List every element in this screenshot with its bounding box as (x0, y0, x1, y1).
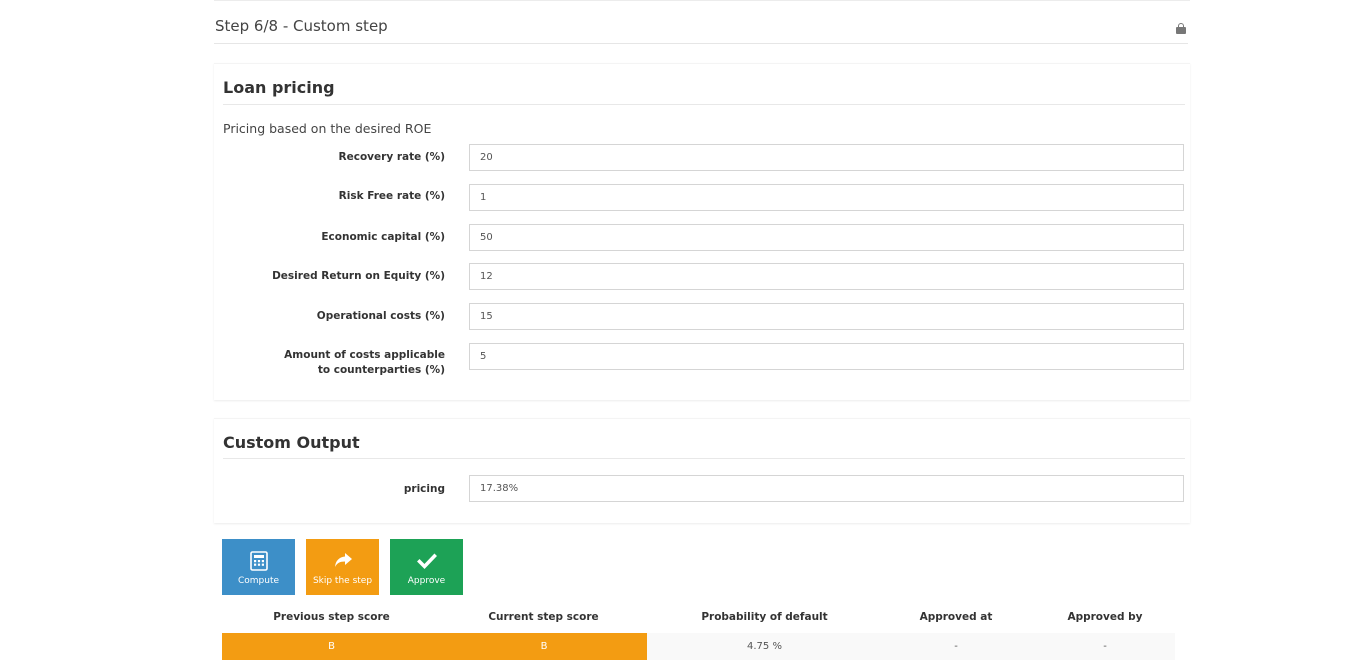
field-label-desired-roe: Desired Return on Equity (%) (272, 270, 445, 282)
field-label-economic-capital: Economic capital (%) (321, 231, 445, 243)
field-label-pricing: pricing (403, 483, 445, 495)
compute-button[interactable]: Compute (222, 539, 295, 595)
probability-of-default: 4.75 % (747, 641, 782, 652)
economic-capital-input[interactable] (469, 224, 1184, 251)
divider (223, 458, 1185, 459)
panel-subtitle: Pricing based on the desired ROE (223, 121, 432, 136)
previous-step-score: B (222, 633, 441, 660)
lock-icon (1176, 23, 1186, 34)
column-header: Previous step score (273, 611, 390, 623)
custom-output-panel: Custom Output pricing (214, 418, 1190, 523)
step-title: Step 6/8 - Custom step (215, 17, 388, 35)
approved-at: - (954, 641, 958, 652)
column-header: Probability of default (701, 611, 828, 623)
loan-pricing-panel: Loan pricing Pricing based on the desire… (214, 63, 1190, 400)
check-icon (390, 551, 463, 571)
recovery-rate-input[interactable] (469, 144, 1184, 171)
field-label-risk-free-rate: Risk Free rate (%) (338, 190, 445, 202)
risk-free-rate-input[interactable] (469, 184, 1184, 211)
desired-roe-input[interactable] (469, 263, 1184, 290)
calculator-icon (222, 551, 295, 571)
panel-title: Custom Output (223, 433, 360, 452)
column-header: Approved by (1067, 611, 1143, 623)
pricing-output[interactable] (469, 475, 1184, 502)
skip-step-label: Skip the step (312, 576, 373, 586)
compute-label: Compute (237, 576, 280, 586)
share-arrow-icon (306, 551, 379, 571)
field-label-operational-costs: Operational costs (%) (316, 310, 445, 322)
skip-step-button[interactable]: Skip the step (306, 539, 379, 595)
approved-by: - (1103, 641, 1107, 652)
field-label-costs-counterparties: Amount of costs applicable to counterpar… (284, 349, 445, 376)
step-header: Step 6/8 - Custom step (214, 14, 1188, 44)
approve-label: Approve (407, 576, 446, 586)
top-divider (214, 0, 1190, 1)
operational-costs-input[interactable] (469, 303, 1184, 330)
divider (223, 104, 1185, 105)
column-header: Current step score (488, 611, 599, 623)
panel-title: Loan pricing (223, 78, 335, 97)
field-label-recovery-rate: Recovery rate (%) (338, 151, 445, 163)
current-step-score: B (441, 633, 647, 660)
costs-counterparties-input[interactable] (469, 343, 1184, 370)
column-header: Approved at (919, 611, 993, 623)
approve-button[interactable]: Approve (390, 539, 463, 595)
